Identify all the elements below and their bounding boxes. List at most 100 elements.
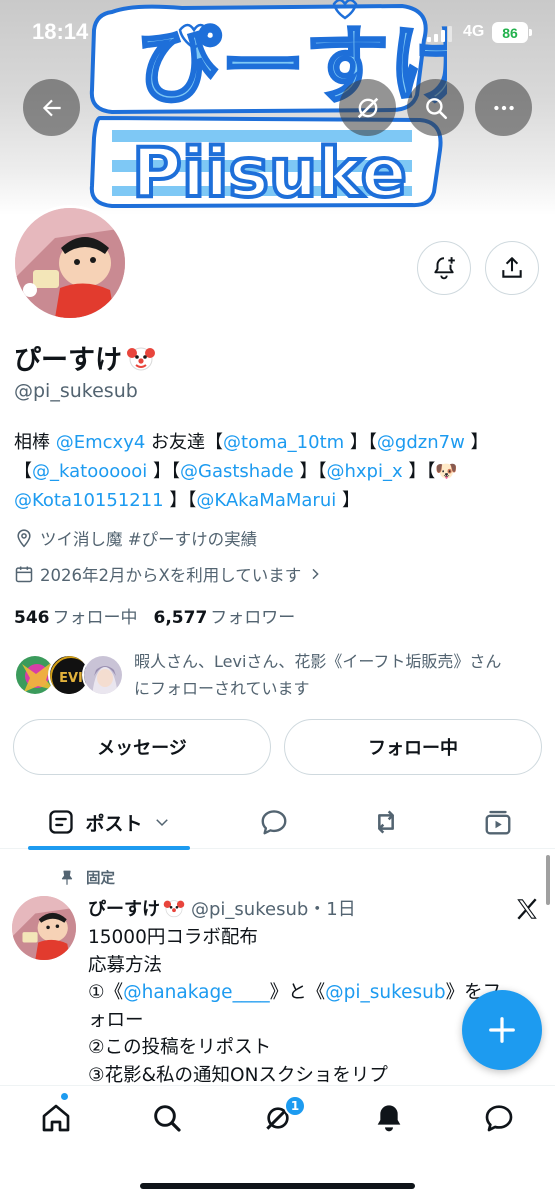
display-name-text: ぴーすけ bbox=[14, 345, 122, 376]
tweet-avatar[interactable] bbox=[12, 896, 76, 960]
profile-tabs: ポスト bbox=[0, 795, 555, 849]
home-unread-dot bbox=[61, 1093, 68, 1100]
nav-messages[interactable] bbox=[471, 1098, 527, 1138]
notify-plus-icon bbox=[434, 257, 455, 280]
profile-bio: 相棒 @Emcxy4 お友達【@toma_10tm 】【@gdzn7w 】 【@… bbox=[14, 428, 544, 515]
network-type: 4G bbox=[463, 23, 485, 40]
back-button[interactable] bbox=[23, 79, 80, 136]
clown-emoji-icon bbox=[163, 900, 185, 918]
bio-text: 】【 bbox=[163, 490, 197, 511]
home-icon bbox=[42, 1104, 70, 1132]
location-arrow-icon bbox=[97, 24, 111, 38]
messages-icon bbox=[485, 1105, 513, 1132]
tweet-handle-time: @pi_sukesub・1日 bbox=[191, 899, 356, 920]
tab-reposts[interactable] bbox=[358, 795, 414, 849]
grok-badge: 1 bbox=[284, 1095, 306, 1117]
pin-icon bbox=[61, 870, 73, 885]
calendar-icon bbox=[15, 566, 33, 583]
mention-link[interactable]: @pi_sukesub bbox=[325, 982, 446, 1003]
bio-text: 】【 bbox=[344, 432, 377, 453]
mention-link[interactable]: @gdzn7w bbox=[377, 432, 465, 453]
x-logo-icon[interactable] bbox=[514, 896, 540, 922]
mention-link[interactable]: @Emcxy4 bbox=[56, 432, 146, 453]
followers-you-know[interactable]: EVI 暇人さん、Leviさん、花影《イーフト垢販売》さん にフォローされていま… bbox=[14, 648, 544, 704]
search-button[interactable] bbox=[407, 79, 464, 136]
tweet-author[interactable]: ぴーすけ bbox=[88, 895, 185, 921]
bio-text: 】【 bbox=[293, 461, 327, 482]
share-button[interactable] bbox=[485, 241, 539, 295]
status-bar: 18:14 4G 86 bbox=[0, 0, 555, 62]
more-button[interactable] bbox=[475, 79, 532, 136]
bio-line-3: @Kota10151211 】【@KAkaMaMarui 】 bbox=[14, 486, 544, 515]
followers-link[interactable]: 6,577 フォロワー bbox=[154, 603, 296, 628]
bio-text: 】 bbox=[464, 432, 489, 453]
mention-link[interactable]: @hanakage____ bbox=[123, 982, 269, 1003]
svg-text:Piisuke: Piisuke bbox=[132, 134, 407, 210]
tab-posts-label: ポスト bbox=[85, 812, 143, 835]
chevron-down-icon bbox=[155, 819, 168, 827]
media-icon bbox=[485, 810, 511, 835]
tab-posts[interactable]: ポスト bbox=[28, 795, 190, 849]
mention-link[interactable]: @Kota10151211 bbox=[14, 490, 164, 511]
bio-text: 】【🐶 bbox=[402, 461, 458, 482]
mention-link[interactable]: @KAkaMaMarui bbox=[196, 490, 336, 511]
profile-location: ツイ消し魔 #ぴーすけの実績 bbox=[14, 526, 257, 550]
battery-level: 86 bbox=[502, 24, 518, 41]
following-button[interactable]: フォロー中 bbox=[284, 719, 542, 775]
svg-text:EVI: EVI bbox=[59, 671, 83, 686]
back-arrow-icon bbox=[42, 99, 61, 116]
tweet-line: 15000円コラボ配布 bbox=[88, 927, 258, 948]
tweet-line: ①《@hanakage____》と《@pi_sukesub》をフ bbox=[88, 979, 538, 1007]
active-tab-indicator bbox=[28, 846, 190, 850]
following-count: 546 bbox=[14, 608, 50, 628]
bio-line-2: 【@_katoooooi 】【@Gastshade 】【@hxpi_x 】【🐶 bbox=[14, 457, 544, 486]
mention-link[interactable]: @hxpi_x bbox=[326, 461, 402, 482]
search-icon bbox=[425, 97, 447, 119]
grok-icon bbox=[357, 97, 378, 118]
bio-text: 】【 bbox=[147, 461, 180, 482]
tweet-author-name: ぴーすけ bbox=[88, 899, 160, 920]
plus-icon bbox=[489, 1017, 515, 1043]
explore-icon bbox=[154, 1105, 181, 1132]
signal-icon bbox=[427, 26, 452, 42]
tweet-text-part: ①《 bbox=[88, 982, 124, 1003]
profile-avatar[interactable] bbox=[12, 205, 128, 321]
joined-text: 2026年2月からXを利用しています bbox=[40, 566, 302, 585]
tweet-avatar-image bbox=[12, 896, 76, 960]
clown-emoji-icon bbox=[127, 347, 155, 370]
mention-link[interactable]: @Gastshade bbox=[180, 461, 294, 482]
message-button[interactable]: メッセージ bbox=[13, 719, 271, 775]
scrollbar[interactable] bbox=[546, 855, 550, 905]
notifications-button[interactable] bbox=[417, 241, 471, 295]
followed-by-line: 暇人さん、Leviさん、花影《イーフト垢販売》さん bbox=[134, 652, 502, 671]
location-text: ツイ消し魔 #ぴーすけの実績 bbox=[40, 530, 258, 549]
compose-button[interactable] bbox=[462, 990, 542, 1070]
display-name: ぴーすけ bbox=[14, 338, 156, 377]
repost-icon bbox=[378, 810, 394, 834]
profile-joined[interactable]: 2026年2月からXを利用しています bbox=[14, 562, 323, 586]
nav-home[interactable] bbox=[28, 1098, 84, 1138]
nav-notifications[interactable] bbox=[361, 1098, 417, 1138]
mention-link[interactable]: @toma_10tm bbox=[223, 432, 344, 453]
tab-media[interactable] bbox=[470, 795, 526, 849]
tab-replies[interactable] bbox=[246, 795, 302, 849]
battery-indicator: 86 bbox=[492, 22, 528, 43]
follower-avatar bbox=[82, 654, 124, 696]
nav-explore[interactable] bbox=[139, 1098, 195, 1138]
followers-label: フォロワー bbox=[210, 608, 296, 628]
reply-icon bbox=[261, 810, 287, 835]
tweet-text-part: 》と《 bbox=[269, 982, 326, 1003]
tweet-header: ぴーすけ @pi_sukesub・1日 bbox=[88, 895, 356, 921]
following-link[interactable]: 546 フォロー中 bbox=[14, 603, 138, 628]
tweet-line: 応募方法 bbox=[88, 954, 163, 976]
followers-count: 6,577 bbox=[153, 608, 208, 628]
status-time: 18:14 bbox=[32, 19, 89, 44]
battery-tip bbox=[529, 29, 532, 36]
follow-stats: 546 フォロー中 6,577 フォロワー bbox=[14, 603, 295, 628]
bio-text: 相棒 bbox=[14, 432, 56, 453]
chevron-right-icon bbox=[312, 568, 320, 580]
bio-text: お友達【 bbox=[145, 432, 224, 453]
mention-link[interactable]: @_katoooooi bbox=[32, 461, 147, 482]
more-icon bbox=[493, 105, 514, 110]
grok-button[interactable] bbox=[339, 79, 396, 136]
